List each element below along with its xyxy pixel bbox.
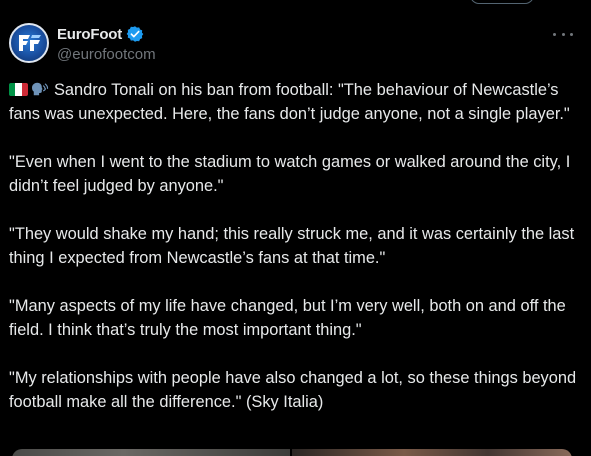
tweet: EuroFoot @eurofootcom Sandro Tonali on h… [0, 0, 591, 456]
dot [570, 32, 573, 36]
more-options-icon[interactable] [553, 27, 573, 41]
handle[interactable]: @eurofootcom [57, 46, 156, 63]
dot [561, 32, 565, 36]
media-image-left[interactable] [12, 449, 290, 456]
tweet-paragraph: "Many aspects of my life have changed, b… [9, 297, 566, 339]
display-name[interactable]: EuroFoot [57, 26, 122, 43]
media-image-right[interactable] [292, 449, 572, 456]
paragraph-text: Sandro Tonali on his ban from football: … [9, 81, 570, 123]
italian-flag-icon [9, 83, 28, 96]
dot [553, 32, 556, 36]
tweet-paragraph: "My relationships with people have also … [9, 369, 577, 411]
tweet-paragraph: "Even when I went to the stadium to watc… [9, 153, 571, 195]
speaking-head-icon [32, 82, 49, 96]
tweet-paragraph: Sandro Tonali on his ban from football: … [9, 78, 581, 126]
avatar[interactable] [9, 23, 49, 63]
eurofoot-logo-icon [19, 35, 41, 51]
tweet-header: EuroFoot @eurofootcom [9, 23, 579, 67]
name-row: EuroFoot [57, 25, 144, 43]
tweet-paragraph: "They would shake my hand; this really s… [9, 225, 575, 267]
tweet-text: Sandro Tonali on his ban from football: … [9, 78, 581, 438]
tweet-media[interactable] [12, 449, 572, 456]
verified-badge-icon[interactable] [126, 25, 144, 43]
